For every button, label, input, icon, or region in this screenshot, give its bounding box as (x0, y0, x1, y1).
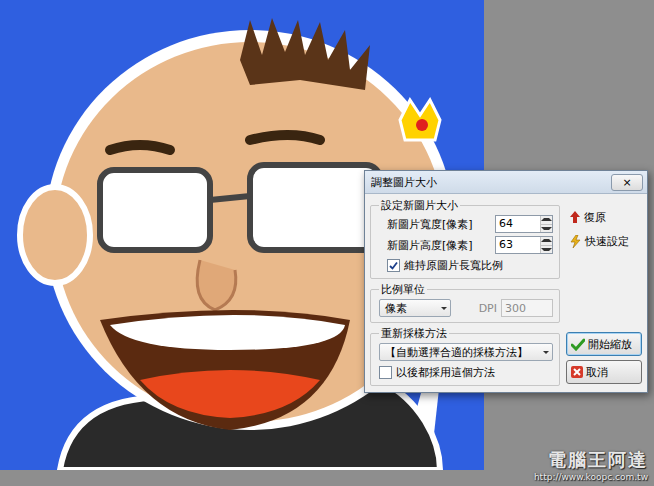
button-label[interactable]: 取消 (586, 365, 608, 380)
button-label[interactable]: 開始縮放 (588, 337, 632, 352)
size-row: 新圖片高度[像素] 63 (379, 236, 553, 254)
resample-dropdown[interactable]: 【自動選擇合適的採樣方法】 (379, 343, 553, 361)
lightning-icon (570, 235, 581, 248)
resample-group: 重新採樣方法【自動選擇合適的採樣方法】以後都採用這個方法 (370, 326, 560, 386)
spin-down-button[interactable] (541, 224, 552, 233)
check-icon (571, 338, 585, 351)
link-list: 復原快速設定 (566, 208, 642, 250)
button-list: 開始縮放取消 (566, 332, 642, 384)
spin-field[interactable]: 64 (495, 215, 553, 233)
link-button[interactable]: 復原 (566, 208, 642, 226)
spin-up-button[interactable] (541, 237, 552, 245)
resize-dialog: 調整圖片大小 × 設定新圖片大小新圖片寬度[像素] 64 新圖片高度[像素] 63 維持原圖… (364, 170, 648, 393)
size-group: 設定新圖片大小新圖片寬度[像素] 64 新圖片高度[像素] 63 維持原圖片長寬比例 (370, 198, 560, 279)
field-label: 新圖片高度[像素] (379, 238, 489, 253)
group-title: 比例單位 (379, 282, 427, 297)
check-icon (389, 261, 398, 270)
dropdown-arrow-icon[interactable] (543, 351, 549, 354)
link-label[interactable]: 快速設定 (585, 234, 629, 249)
action-column: 復原快速設定開始縮放取消 (566, 198, 642, 386)
down-arrow-icon[interactable] (541, 248, 552, 251)
ok-button[interactable]: 開始縮放 (566, 332, 642, 356)
keep-ratio-checkbox[interactable]: 維持原圖片長寬比例 (379, 257, 553, 273)
watermark-title: 電腦王阿達 (548, 448, 648, 472)
dpi-label: DPI (479, 302, 497, 315)
field-label: 新圖片寬度[像素] (379, 217, 489, 232)
dialog-body: 設定新圖片大小新圖片寬度[像素] 64 新圖片高度[像素] 63 維持原圖片長寬比例比例… (365, 194, 647, 392)
checkbox-label[interactable]: 以後都採用這個方法 (396, 365, 495, 380)
spin-buttons[interactable] (540, 237, 552, 253)
dropdown-arrow-icon[interactable] (441, 307, 447, 310)
cancel-icon (571, 366, 583, 378)
up-arrow-icon[interactable] (541, 239, 552, 242)
link-label[interactable]: 復原 (584, 210, 606, 225)
dialog-title: 調整圖片大小 (371, 175, 437, 190)
watermark: 電腦王阿達http://www.koopc.com.tw (534, 448, 648, 482)
close-button[interactable]: × (611, 174, 643, 191)
field-value[interactable]: 64 (496, 216, 540, 232)
title-bar: 調整圖片大小 × (365, 171, 647, 194)
dpi-box: DPI 300 (457, 299, 553, 317)
spin-buttons[interactable] (540, 216, 552, 232)
unit-dropdown[interactable]: 像素 (379, 299, 451, 317)
checkbox[interactable] (379, 366, 392, 379)
spin-field[interactable]: 63 (495, 236, 553, 254)
down-arrow-icon[interactable] (541, 227, 552, 230)
checkbox-label[interactable]: 維持原圖片長寬比例 (404, 258, 503, 273)
up-arrow-icon[interactable] (541, 218, 552, 221)
size-row: 新圖片寬度[像素] 64 (379, 215, 553, 233)
dropdown-value[interactable]: 像素 (385, 301, 437, 316)
field-value[interactable]: 63 (496, 237, 540, 253)
settings-column: 設定新圖片大小新圖片寬度[像素] 64 新圖片高度[像素] 63 維持原圖片長寬比例比例… (370, 198, 560, 386)
remember-checkbox[interactable]: 以後都採用這個方法 (379, 364, 553, 380)
dpi-field: 300 (501, 299, 553, 317)
group-title: 設定新圖片大小 (379, 198, 460, 213)
spin-down-button[interactable] (541, 245, 552, 254)
unit-group: 比例單位像素 DPI 300 (370, 282, 560, 323)
up-arrow-icon (570, 211, 580, 223)
link-button[interactable]: 快速設定 (566, 232, 642, 250)
checkbox[interactable] (387, 259, 400, 272)
unit-row: 像素 DPI 300 (379, 299, 553, 317)
cancel-button[interactable]: 取消 (566, 360, 642, 384)
group-title: 重新採樣方法 (379, 326, 449, 341)
watermark-url: http://www.koopc.com.tw (534, 472, 648, 482)
spin-up-button[interactable] (541, 216, 552, 224)
dropdown-value[interactable]: 【自動選擇合適的採樣方法】 (385, 345, 539, 360)
